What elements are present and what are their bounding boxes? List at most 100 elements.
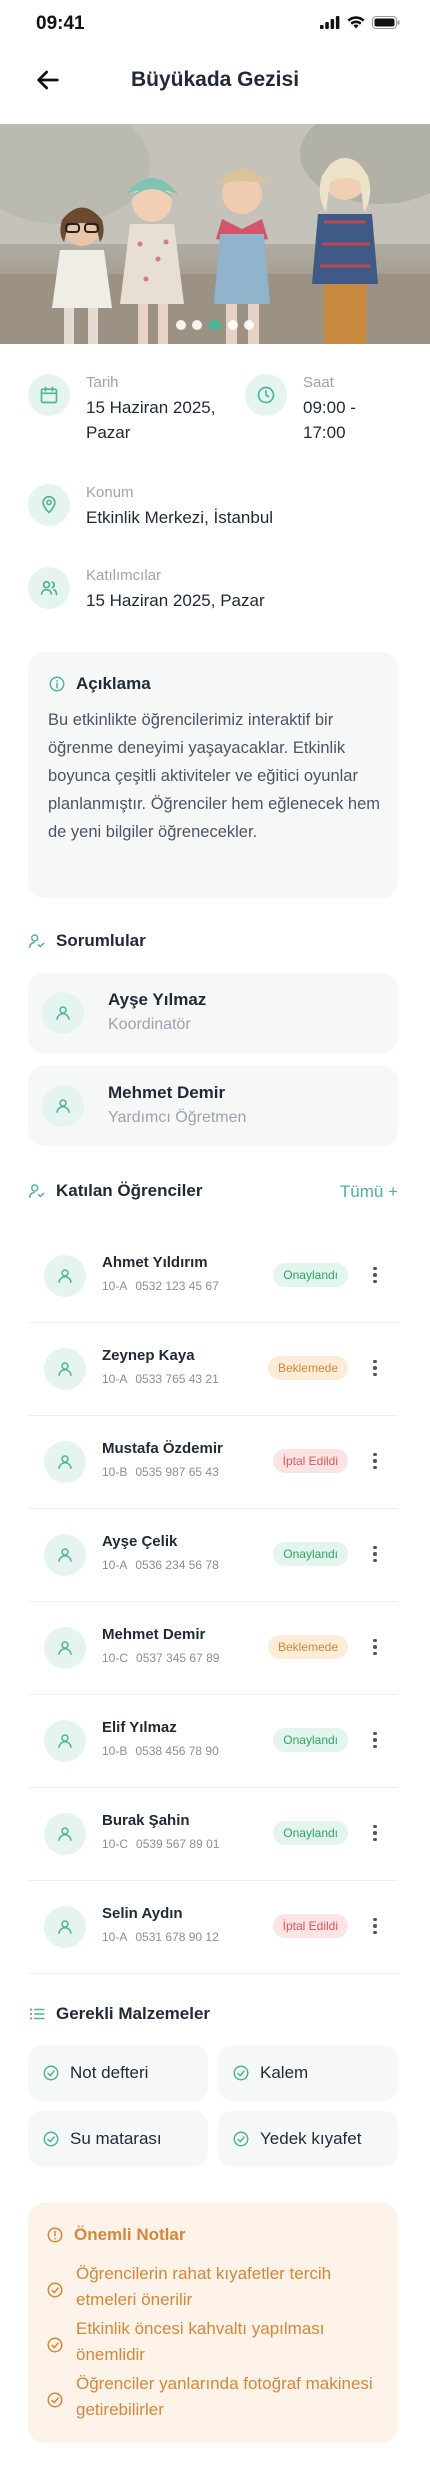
list-icon: [29, 2008, 45, 2020]
more-options-button[interactable]: [368, 1635, 382, 1659]
more-options-button[interactable]: [368, 1449, 382, 1473]
carousel-dot[interactable]: [192, 320, 202, 330]
materials-header: Gerekli Malzemeler: [28, 2004, 210, 2024]
user-icon: [58, 1827, 72, 1841]
material-item: Not defteri: [28, 2045, 208, 2101]
student-meta: 10-A 0533 765 43 21: [102, 1372, 219, 1386]
check-circle-icon: [47, 2392, 63, 2408]
responsible-card[interactable]: Mehmet Demir Yardımcı Öğretmen: [28, 1066, 398, 1146]
carousel-dot[interactable]: [176, 320, 186, 330]
student-name: Ayşe Çelik: [102, 1533, 178, 1550]
student-class: 10-B: [102, 1465, 128, 1479]
student-phone: 0533 765 43 21: [135, 1372, 219, 1386]
student-row[interactable]: Mustafa Özdemir 10-B 0535 987 65 43 İptal E…: [28, 1416, 398, 1509]
student-class: 10-C: [102, 1837, 129, 1851]
avatar: [44, 1627, 86, 1669]
student-class: 10-C: [102, 1651, 129, 1665]
status-badge: İptal Edildi: [272, 1449, 348, 1473]
date-icon-wrap: [28, 374, 70, 416]
description-title: Açıklama: [76, 674, 151, 693]
materials-title: Gerekli Malzemeler: [56, 2004, 211, 2023]
note-item: Öğrencilerin rahat kıyafetler tercih etm…: [46, 2261, 386, 2313]
page-title: Büyükada Gezisi: [130, 68, 300, 91]
student-name: Mehmet Demir: [102, 1626, 206, 1643]
wifi-icon: [347, 16, 365, 29]
responsible-role: Yardımcı Öğretmen: [108, 1109, 247, 1126]
more-options-button[interactable]: [368, 1821, 382, 1845]
student-name: Zeynep Kaya: [102, 1347, 195, 1364]
avatar: [42, 1085, 84, 1127]
student-class: 10-A: [102, 1279, 128, 1293]
location-icon-wrap: [28, 484, 70, 526]
student-phone: 0532 123 45 67: [135, 1279, 219, 1293]
calendar-icon: [40, 386, 58, 404]
participants-value: 15 Haziran 2025, Pazar: [86, 591, 265, 610]
more-options-button[interactable]: [368, 1542, 382, 1566]
nav-bar: Büyükada Gezisi: [0, 56, 430, 106]
time-value: 09:00 - 17:00: [303, 398, 356, 442]
description-text: Bu etkinlikte öğrencilerimiz interaktif …: [48, 711, 380, 841]
avatar: [44, 1348, 86, 1390]
note-item: Öğrenciler yanlarında fotoğraf makinesi …: [46, 2371, 386, 2423]
info-icon: [49, 676, 65, 692]
students-title: Katılan Öğrenciler: [56, 1181, 203, 1200]
hero-image-carousel[interactable]: [0, 124, 430, 344]
students-header: Katılan Öğrenciler: [28, 1181, 202, 1201]
responsible-role: Koordinatör: [108, 1016, 191, 1033]
carousel-dot[interactable]: [244, 320, 254, 330]
student-name: Burak Şahin: [102, 1812, 190, 1829]
student-row[interactable]: Burak Şahin 10-C 0539 567 89 01 Onaylandı: [28, 1788, 398, 1881]
student-row[interactable]: Ayşe Çelik 10-A 0536 234 56 78 Onaylandı: [28, 1509, 398, 1602]
participants-label: Katılımcılar: [86, 567, 162, 584]
carousel-dot[interactable]: [228, 320, 238, 330]
student-row[interactable]: Elif Yılmaz 10-B 0538 456 78 90 Onaylandı: [28, 1695, 398, 1788]
description-card: Açıklama Bu etkinlikte öğrencilerimiz in…: [28, 652, 398, 898]
note-text: Etkinlik öncesi kahvaltı yapılması öneml…: [76, 2319, 325, 2364]
user-icon: [58, 1455, 72, 1469]
responsible-name: Ayşe Yılmaz: [108, 990, 207, 1009]
more-options-button[interactable]: [368, 1728, 382, 1752]
more-options-button[interactable]: [368, 1263, 382, 1287]
status-badge: Onaylandı: [273, 1263, 348, 1287]
see-all-students-button[interactable]: Tümü +: [340, 1182, 398, 1202]
more-options-button[interactable]: [368, 1356, 382, 1380]
user-check-icon: [28, 1184, 45, 1198]
time-icon-wrap: [245, 374, 287, 416]
responsible-card[interactable]: Ayşe Yılmaz Koordinatör: [28, 973, 398, 1053]
description-header: Açıklama: [48, 674, 151, 694]
student-row[interactable]: Zeynep Kaya 10-A 0533 765 43 21 Beklemede: [28, 1323, 398, 1416]
notes-header: Önemli Notlar: [46, 2225, 185, 2245]
student-phone: 0539 567 89 01: [136, 1837, 220, 1851]
responsibles-title: Sorumlular: [56, 931, 146, 950]
check-circle-icon: [43, 2131, 59, 2147]
responsibles-header: Sorumlular: [28, 931, 146, 951]
student-phone: 0536 234 56 78: [135, 1558, 219, 1572]
notes-title: Önemli Notlar: [74, 2225, 186, 2244]
student-row[interactable]: Ahmet Yıldırım 10-A 0532 123 45 67 Onayland…: [28, 1230, 398, 1323]
map-pin-icon: [42, 495, 56, 514]
material-item: Kalem: [218, 2045, 398, 2101]
carousel-dot-active[interactable]: [208, 320, 222, 330]
avatar: [44, 1441, 86, 1483]
status-badge: Onaylandı: [273, 1728, 348, 1752]
check-circle-icon: [47, 2337, 63, 2353]
student-meta: 10-A 0532 123 45 67: [102, 1279, 219, 1293]
student-phone: 0535 987 65 43: [135, 1465, 219, 1479]
student-meta: 10-B 0535 987 65 43: [102, 1465, 219, 1479]
user-icon: [58, 1641, 72, 1655]
material-item: Yedek kıyafet: [218, 2111, 398, 2167]
avatar: [44, 1720, 86, 1762]
user-icon: [58, 1548, 72, 1562]
user-icon: [58, 1734, 72, 1748]
carousel-indicators: [0, 320, 430, 330]
status-time: 09:41: [36, 13, 85, 34]
student-row[interactable]: Selin Aydın 10-A 0531 678 90 12 İptal Edild…: [28, 1881, 398, 1974]
student-class: 10-A: [102, 1930, 128, 1944]
student-row[interactable]: Mehmet Demir 10-C 0537 345 67 89 Beklemede: [28, 1602, 398, 1695]
date-label: Tarih: [86, 374, 119, 391]
user-icon: [56, 1006, 70, 1020]
more-options-button[interactable]: [368, 1914, 382, 1938]
date-info: Tarih 15 Haziran 2025, Pazar: [28, 374, 258, 445]
status-badge: Onaylandı: [273, 1821, 348, 1845]
student-meta: 10-C 0537 345 67 89: [102, 1651, 219, 1665]
